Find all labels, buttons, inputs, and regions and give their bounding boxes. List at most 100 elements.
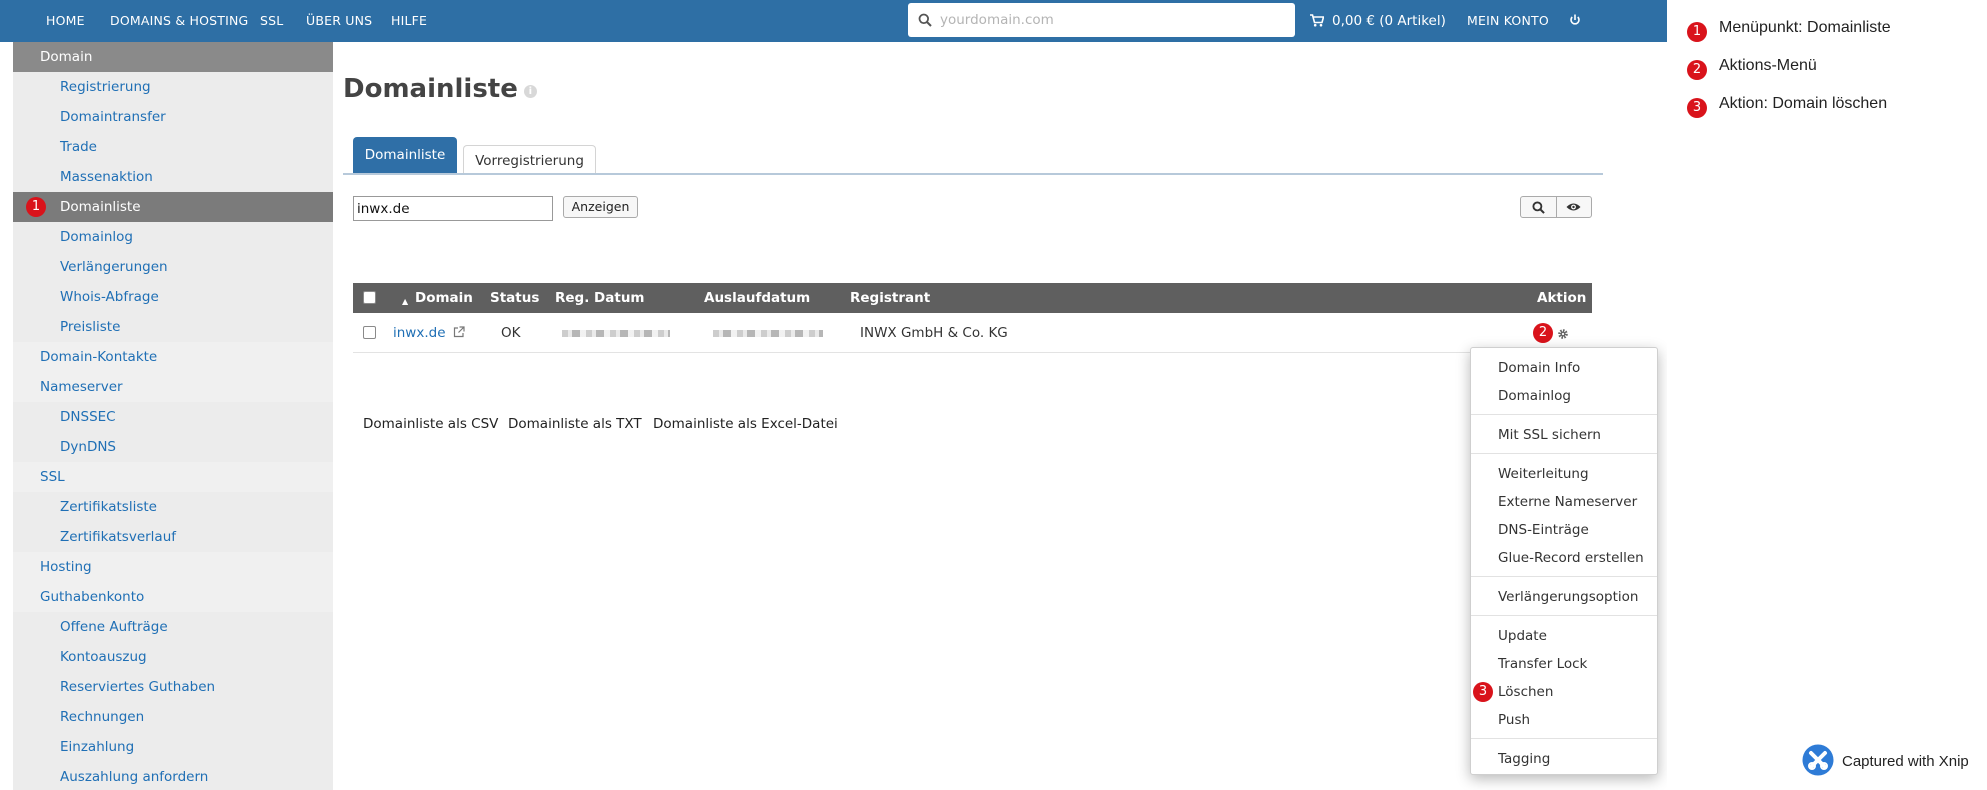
sidebar-item-preisliste[interactable]: Preisliste	[13, 312, 333, 342]
xnip-logo-icon	[1802, 744, 1834, 776]
export-csv-link[interactable]: Domainliste als CSV	[363, 416, 498, 432]
sidebar-item-label: Domainliste	[60, 199, 141, 215]
menu-item-domain-info[interactable]: Domain Info	[1471, 354, 1657, 382]
info-icon[interactable]: i	[523, 85, 537, 98]
eye-icon	[1566, 203, 1581, 211]
sidebar-item-domainliste[interactable]: 1 Domainliste	[13, 192, 333, 222]
column-header-aktion: Aktion	[1537, 290, 1587, 306]
column-header-reg-datum[interactable]: Reg. Datum	[555, 283, 645, 313]
export-txt-link[interactable]: Domainliste als TXT	[508, 416, 642, 432]
sidebar-item-domainlog[interactable]: Domainlog	[13, 222, 333, 252]
column-header-registrant[interactable]: Registrant	[850, 283, 930, 313]
legend-item-3: 3 Aktion: Domain löschen	[1687, 95, 1887, 118]
sidebar-item-nameserver[interactable]: Nameserver	[13, 372, 333, 402]
legend-text: Aktions-Menü	[1719, 57, 1817, 74]
legend-text: Aktion: Domain löschen	[1719, 95, 1888, 112]
menu-item-loeschen[interactable]: 3 Löschen	[1471, 678, 1657, 706]
menu-divider	[1471, 414, 1657, 415]
tab-domainliste[interactable]: Domainliste	[353, 137, 457, 174]
sidebar-item-reserviertes-guthaben[interactable]: Reserviertes Guthaben	[13, 672, 333, 702]
column-header-domain[interactable]: Domain	[415, 283, 473, 313]
nav-ssl[interactable]: SSL	[260, 0, 283, 42]
domain-table-header: ▲ Domain Status Reg. Datum Auslaufdatum …	[353, 283, 1592, 313]
column-header-auslaufdatum[interactable]: Auslaufdatum	[704, 283, 810, 313]
menu-item-tagging[interactable]: Tagging	[1471, 745, 1657, 773]
sidebar-header-domain[interactable]: Domain	[13, 42, 333, 72]
legend-item-2: 2 Aktions-Menü	[1687, 57, 1817, 80]
row-checkbox[interactable]	[363, 326, 376, 339]
nav-home[interactable]: HOME	[46, 0, 85, 42]
menu-item-push[interactable]: Push	[1471, 706, 1657, 734]
nav-ueber-uns[interactable]: ÜBER UNS	[306, 0, 372, 42]
external-link-icon	[453, 326, 465, 338]
menu-item-transfer-lock[interactable]: Transfer Lock	[1471, 650, 1657, 678]
select-all-checkbox[interactable]	[363, 291, 376, 304]
page-title-text: Domainliste	[343, 74, 518, 104]
menu-divider	[1471, 615, 1657, 616]
search-icon	[918, 13, 932, 27]
sidebar-item-dyndns[interactable]: DynDNS	[13, 432, 333, 462]
sidebar-item-rechnungen[interactable]: Rechnungen	[13, 702, 333, 732]
sidebar-item-trade[interactable]: Trade	[13, 132, 333, 162]
menu-item-weiterleitung[interactable]: Weiterleitung	[1471, 460, 1657, 488]
menu-item-externe-nameserver[interactable]: Externe Nameserver	[1471, 488, 1657, 516]
logout-button[interactable]	[1569, 0, 1581, 42]
domain-link[interactable]: inwx.de	[393, 313, 465, 353]
show-button[interactable]: Anzeigen	[563, 196, 638, 218]
menu-item-dns-eintraege[interactable]: DNS-Einträge	[1471, 516, 1657, 544]
registrant-value: INWX GmbH & Co. KG	[860, 325, 1008, 341]
menu-item-verlaengerungsoption[interactable]: Verlängerungsoption	[1471, 583, 1657, 611]
menu-item-update[interactable]: Update	[1471, 622, 1657, 650]
sidebar-item-whois-abfrage[interactable]: Whois-Abfrage	[13, 282, 333, 312]
sidebar-item-hosting[interactable]: Hosting	[13, 552, 333, 582]
tab-vorregistrierung[interactable]: Vorregistrierung	[463, 145, 596, 175]
sidebar-item-massenaktion[interactable]: Massenaktion	[13, 162, 333, 192]
sidebar-item-kontoauszug[interactable]: Kontoauszug	[13, 642, 333, 672]
menu-divider	[1471, 738, 1657, 739]
legend-marker: 1	[1687, 22, 1707, 42]
sidebar-item-offene-auftraege[interactable]: Offene Aufträge	[13, 612, 333, 642]
sidebar-item-ssl[interactable]: SSL	[13, 462, 333, 492]
domain-filter-input[interactable]	[353, 196, 553, 221]
view-button-group	[1520, 196, 1592, 218]
sidebar-item-einzahlung[interactable]: Einzahlung	[13, 732, 333, 762]
nav-mein-konto[interactable]: MEIN KONTO	[1467, 0, 1549, 42]
action-menu: Domain Info Domainlog Mit SSL sichern We…	[1470, 347, 1658, 775]
annotation-marker-2: 2	[1533, 323, 1553, 343]
menu-item-domainlog[interactable]: Domainlog	[1471, 382, 1657, 410]
menu-divider	[1471, 453, 1657, 454]
sidebar: Domain Registrierung Domaintransfer Trad…	[13, 42, 333, 790]
power-icon	[1570, 14, 1580, 25]
sidebar-item-zertifikatsverlauf[interactable]: Zertifikatsverlauf	[13, 522, 333, 552]
column-header-status[interactable]: Status	[490, 283, 539, 313]
xnip-watermark-text: Captured with Xnip	[1842, 753, 1969, 770]
tab-divider	[343, 173, 1603, 175]
cart-label: 0,00 € (0 Artikel)	[1332, 13, 1446, 29]
gear-icon[interactable]	[1557, 328, 1569, 340]
sidebar-item-verlaengerungen[interactable]: Verlängerungen	[13, 252, 333, 282]
top-navigation: HOME DOMAINS & HOSTING SSL ÜBER UNS HILF…	[0, 0, 1667, 42]
table-row: inwx.de OK INWX GmbH & Co. KG 2	[353, 313, 1592, 353]
domain-name: inwx.de	[393, 325, 446, 341]
sidebar-item-domain-kontakte[interactable]: Domain-Kontakte	[13, 342, 333, 372]
menu-item-mit-ssl-sichern[interactable]: Mit SSL sichern	[1471, 421, 1657, 449]
nav-domains-hosting[interactable]: DOMAINS & HOSTING	[110, 0, 248, 42]
search-icon	[1532, 200, 1545, 214]
sidebar-item-dnssec[interactable]: DNSSEC	[13, 402, 333, 432]
sidebar-item-domaintransfer[interactable]: Domaintransfer	[13, 102, 333, 132]
sidebar-item-auszahlung-anfordern[interactable]: Auszahlung anfordern	[13, 762, 333, 790]
sidebar-item-registrierung[interactable]: Registrierung	[13, 72, 333, 102]
domain-search-box[interactable]	[908, 3, 1295, 37]
nav-hilfe[interactable]: HILFE	[391, 0, 427, 42]
menu-item-label: Löschen	[1498, 684, 1554, 700]
inwx-domainliste-screen: HOME DOMAINS & HOSTING SSL ÜBER UNS HILF…	[0, 0, 1667, 790]
legend-item-1: 1 Menüpunkt: Domainliste	[1687, 19, 1891, 42]
sidebar-item-zertifikatsliste[interactable]: Zertifikatsliste	[13, 492, 333, 522]
columns-view-button[interactable]	[1555, 197, 1592, 217]
export-excel-link[interactable]: Domainliste als Excel-Datei	[653, 416, 838, 432]
domain-search-input[interactable]	[940, 3, 1285, 37]
menu-item-glue-record-erstellen[interactable]: Glue-Record erstellen	[1471, 544, 1657, 572]
sidebar-item-guthabenkonto[interactable]: Guthabenkonto	[13, 582, 333, 612]
cart-link[interactable]: 0,00 € (0 Artikel)	[1310, 0, 1446, 42]
search-toggle-button[interactable]	[1521, 197, 1556, 217]
